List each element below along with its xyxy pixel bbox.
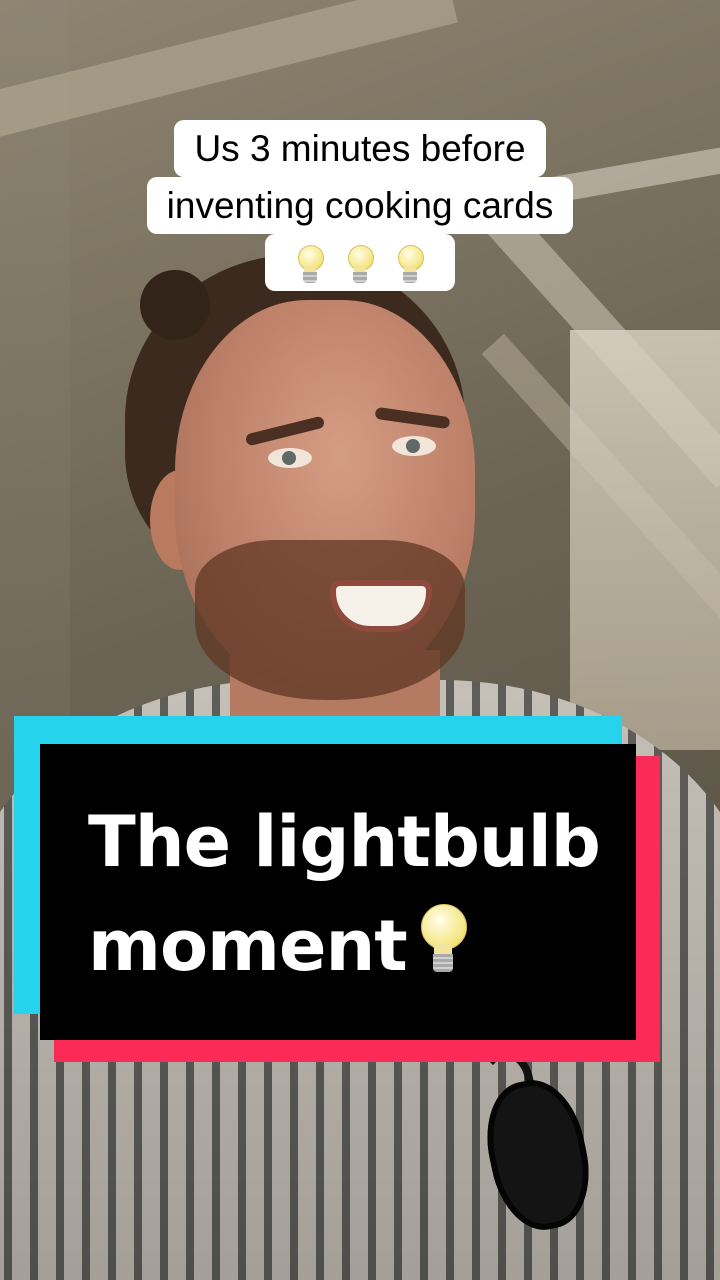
title-card-text: The lightbulb moment (88, 790, 618, 998)
title-line-2-wrap: moment (88, 894, 618, 998)
lightbulb-icon (420, 904, 467, 974)
brick-wall (570, 330, 720, 750)
title-line-1: The lightbulb (88, 801, 601, 883)
caption-line-2: inventing cooking cards (146, 177, 574, 234)
video-caption: Us 3 minutes before inventing cooking ca… (0, 120, 720, 291)
eye-left (268, 448, 312, 468)
caption-line-1: Us 3 minutes before (174, 120, 546, 177)
lightbulb-icon (297, 245, 324, 285)
caption-line-3 (265, 234, 455, 291)
lightbulb-icon (347, 245, 374, 285)
title-line-2: moment (88, 905, 408, 987)
person-beard (195, 540, 465, 700)
lightbulb-icon (397, 245, 424, 285)
eye-right (392, 436, 436, 456)
